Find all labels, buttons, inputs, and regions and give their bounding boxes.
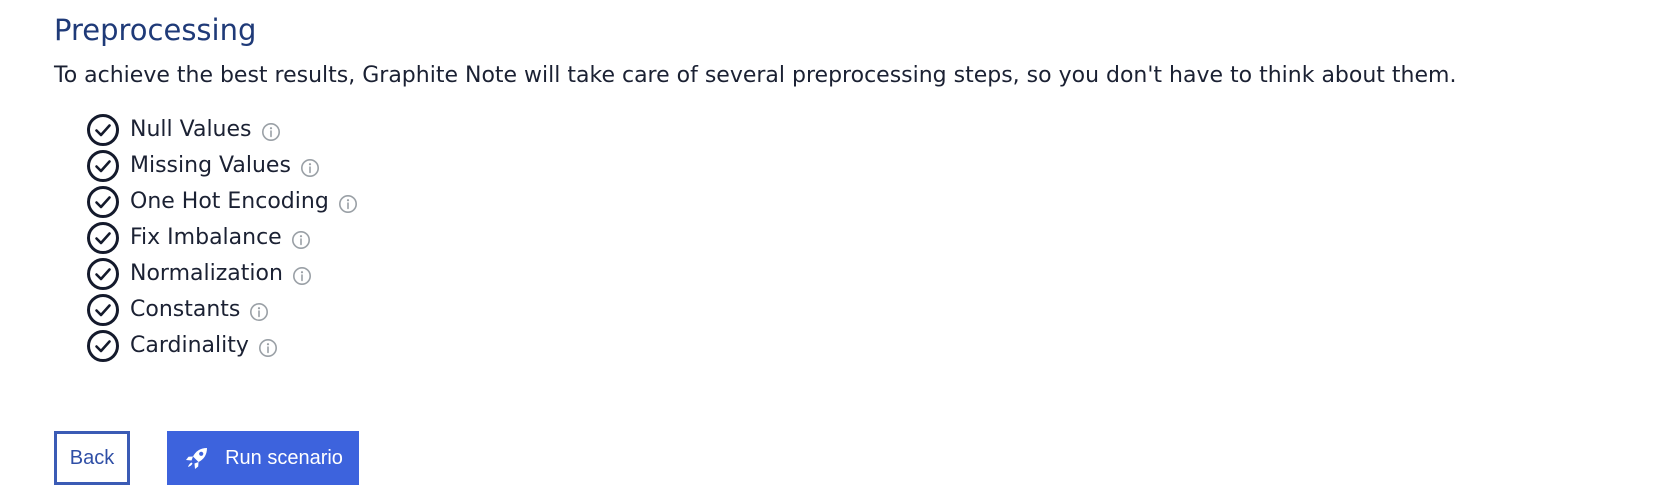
step-label: Cardinality: [130, 333, 249, 358]
check-circle-icon: [87, 294, 119, 326]
check-circle-icon: [87, 150, 119, 182]
step-label: Missing Values: [130, 153, 291, 178]
step-label: Fix Imbalance: [130, 225, 282, 250]
info-icon[interactable]: [292, 266, 312, 286]
step-constants: Constants: [86, 292, 358, 328]
step-one-hot-encoding: One Hot Encoding: [86, 184, 358, 220]
preprocessing-steps-list: Null Values Missing Values One Hot Encod…: [86, 112, 358, 364]
info-icon[interactable]: [249, 302, 269, 322]
info-icon[interactable]: [291, 230, 311, 250]
step-label: Null Values: [130, 117, 252, 142]
section-title: Preprocessing: [54, 13, 257, 47]
back-button[interactable]: Back: [54, 431, 130, 485]
intro-text: To achieve the best results, Graphite No…: [54, 63, 1457, 88]
step-label: Normalization: [130, 261, 283, 286]
info-icon[interactable]: [258, 338, 278, 358]
step-cardinality: Cardinality: [86, 328, 358, 364]
step-fix-imbalance: Fix Imbalance: [86, 220, 358, 256]
step-label: One Hot Encoding: [130, 189, 329, 214]
rocket-icon: [186, 448, 208, 469]
info-icon[interactable]: [338, 194, 358, 214]
info-icon[interactable]: [300, 158, 320, 178]
step-normalization: Normalization: [86, 256, 358, 292]
check-circle-icon: [87, 114, 119, 146]
step-missing-values: Missing Values: [86, 148, 358, 184]
run-scenario-button[interactable]: Run scenario: [167, 431, 359, 485]
run-scenario-label: Run scenario: [225, 446, 343, 469]
check-circle-icon: [87, 186, 119, 218]
check-circle-icon: [87, 330, 119, 362]
check-circle-icon: [87, 222, 119, 254]
check-circle-icon: [87, 258, 119, 290]
step-label: Constants: [130, 297, 241, 322]
step-null-values: Null Values: [86, 112, 358, 148]
info-icon[interactable]: [261, 122, 281, 142]
